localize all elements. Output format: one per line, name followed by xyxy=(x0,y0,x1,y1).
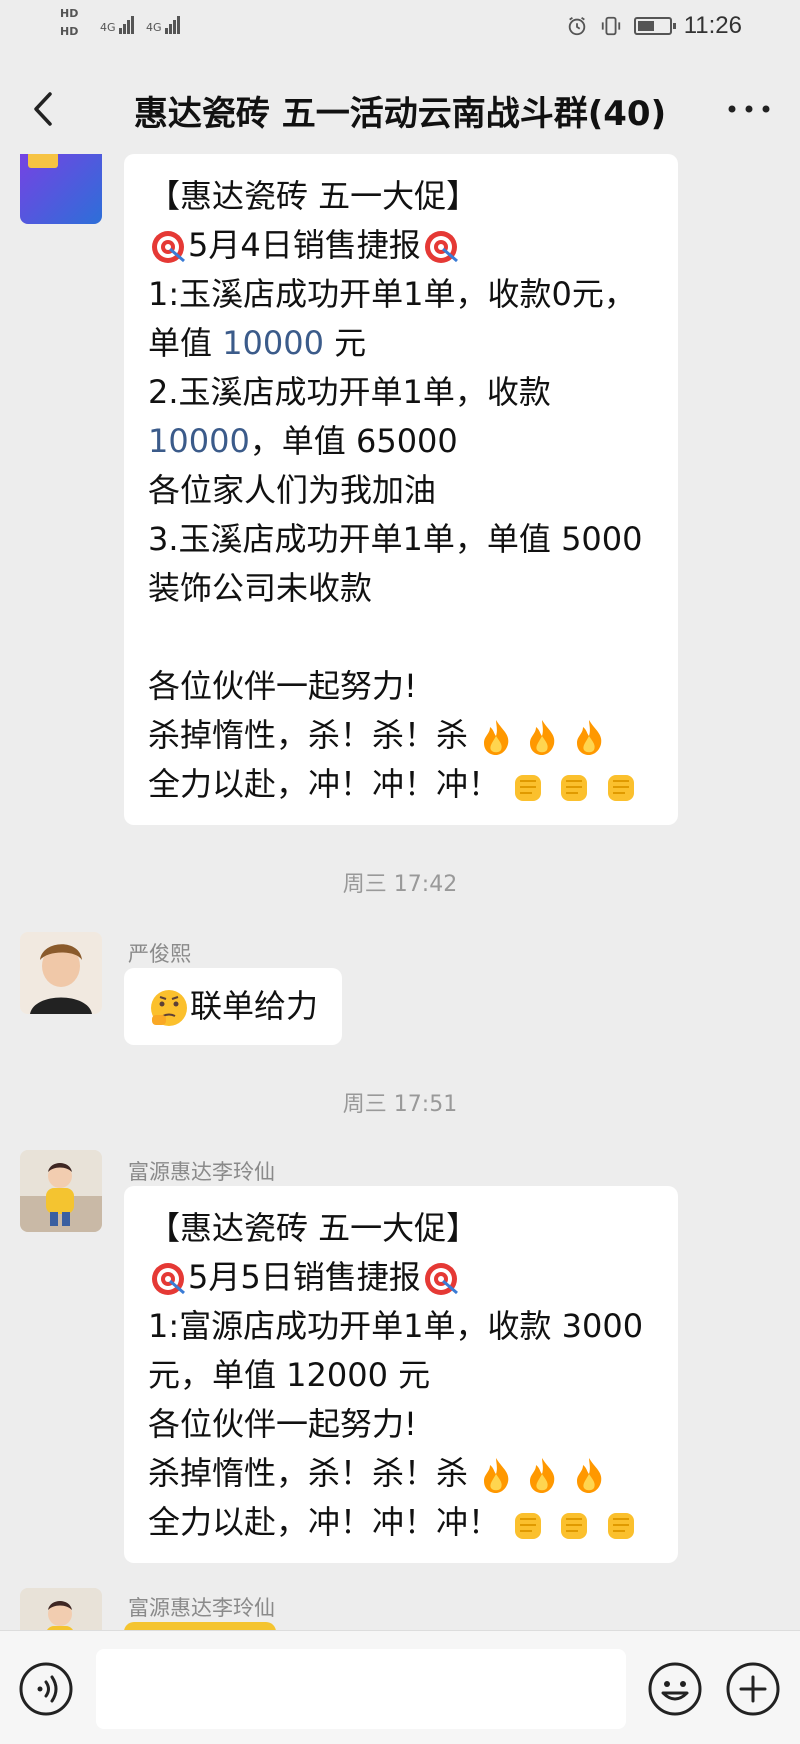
chat-area[interactable]: 【惠达瓷砖 五一大促】 5月4日销售捷报 1:玉溪店成功开单1单，收款0元， 单… xyxy=(0,154,800,1630)
message-line: 【惠达瓷砖 五一大促】 xyxy=(148,1209,479,1247)
text-segment: 杀掉惰性，杀！杀！杀 xyxy=(148,1454,469,1492)
message-line: 1:玉溪店成功开单1单，收款0元， xyxy=(148,275,636,313)
avatar[interactable] xyxy=(20,1588,102,1630)
time-label: 周三 17:51 xyxy=(342,1092,458,1117)
voice-icon[interactable] xyxy=(18,1661,74,1717)
fist-emoji-icon xyxy=(561,775,588,801)
message-bubble[interactable]: 【惠达瓷砖 五一大促】 5月5日销售捷报 1:富源店成功开单1单，收款 3000… xyxy=(124,1186,678,1563)
message-line: 全力以赴，冲！冲！冲！ xyxy=(148,1498,654,1547)
message-line: 5月5日销售捷报 xyxy=(148,1253,654,1302)
sender-name: 富源惠达李玲仙 xyxy=(128,1160,275,1184)
fire-emoji-icon xyxy=(576,1458,601,1493)
sender-name: 富源惠达李玲仙 xyxy=(128,1596,275,1620)
more-dots-icon[interactable] xyxy=(724,94,774,124)
hd-label-1: HD xyxy=(60,7,79,20)
fist-emoji-icon xyxy=(515,1513,542,1539)
message-line: 联单给力 xyxy=(148,982,318,1031)
time-label: 周三 17:42 xyxy=(342,872,458,897)
message-text: 联单给力 xyxy=(190,987,319,1025)
message-line: 3.玉溪店成功开单1单，单值 5000 xyxy=(148,520,643,558)
report-title: 5月4日销售捷报 xyxy=(188,226,421,264)
plus-icon[interactable] xyxy=(725,1661,781,1717)
message-line: 杀掉惰性，杀！杀！杀 xyxy=(148,711,654,760)
chat-title: 惠达瓷砖 五一活动云南战斗群(40) xyxy=(133,94,667,134)
signal-bars-icon xyxy=(165,16,181,34)
target-emoji-icon xyxy=(424,1263,458,1295)
target-emoji-icon xyxy=(152,1263,185,1295)
thinking-face-emoji-icon xyxy=(151,990,187,1026)
target-emoji-icon xyxy=(424,231,458,263)
status-right: 11:26 xyxy=(566,12,742,40)
message-bubble[interactable] xyxy=(124,1622,276,1630)
avatar[interactable] xyxy=(20,154,102,224)
fist-emoji-icon xyxy=(607,775,634,801)
message-line: 2.玉溪店成功开单1单，收款 xyxy=(148,373,551,411)
number-link[interactable]: 10000 xyxy=(148,422,250,460)
fist-emoji-icon xyxy=(607,1513,634,1539)
status-bar: HD HD 4G 4G 11:26 xyxy=(0,0,800,60)
emoji-icon[interactable] xyxy=(647,1661,703,1717)
message-line: 各位家人们为我加油 xyxy=(148,471,437,509)
fire-emoji-icon xyxy=(484,1458,509,1493)
battery-level xyxy=(637,21,655,31)
child-avatar-icon xyxy=(20,1588,102,1630)
message-bubble[interactable]: 联单给力 xyxy=(124,968,343,1045)
message-line: 元，单值 12000 元 xyxy=(148,1356,431,1394)
message-input[interactable] xyxy=(96,1649,626,1729)
message-line: 5月4日销售捷报 xyxy=(148,221,654,270)
signal-1: 4G xyxy=(100,16,135,34)
network-type-1: 4G xyxy=(100,21,116,34)
message-line: 各位伙伴一起努力! xyxy=(148,667,417,705)
avatar[interactable] xyxy=(20,1150,102,1232)
message-line: 【惠达瓷砖 五一大促】 xyxy=(148,177,479,215)
message-line: 装饰公司未收款 xyxy=(148,569,373,607)
report-title: 5月5日销售捷报 xyxy=(188,1258,421,1296)
text-segment: 全力以赴，冲！冲！冲！ xyxy=(148,765,501,803)
sender-name: 严俊熙 xyxy=(128,942,191,966)
text-segment: 元 xyxy=(323,324,367,362)
fist-emoji-icon xyxy=(561,1513,588,1539)
fist-emoji-icon xyxy=(515,775,542,801)
status-time: 11:26 xyxy=(683,12,742,39)
target-emoji-icon xyxy=(152,231,185,263)
battery-icon xyxy=(633,17,676,35)
fire-emoji-icon xyxy=(484,720,509,755)
signal-bars-icon xyxy=(119,16,135,34)
text-segment: ，单值 65000 xyxy=(249,422,458,460)
fire-emoji-icon xyxy=(530,720,555,755)
text-segment: 杀掉惰性，杀！杀！杀 xyxy=(148,716,469,754)
network-type-2: 4G xyxy=(146,21,162,34)
message-line: 1:富源店成功开单1单，收款 3000 xyxy=(148,1307,644,1345)
chat-header: 惠达瓷砖 五一活动云南战斗群(40) xyxy=(0,64,800,154)
hd-label-2: HD xyxy=(60,25,79,38)
fire-emoji-icon xyxy=(576,720,601,755)
message-line: 全力以赴，冲！冲！冲！ xyxy=(148,760,654,809)
signal-area: HD HD xyxy=(60,8,78,44)
message-bubble[interactable]: 【惠达瓷砖 五一大促】 5月4日销售捷报 1:玉溪店成功开单1单，收款0元， 单… xyxy=(124,154,678,825)
text-segment: 单值 xyxy=(148,324,223,362)
message-line: 10000，单值 65000 xyxy=(148,417,654,466)
signal-2: 4G xyxy=(146,16,181,34)
person-avatar-icon xyxy=(20,932,102,1014)
back-chevron-icon[interactable] xyxy=(20,84,70,134)
message-line: 单值 10000 元 xyxy=(148,319,654,368)
child-avatar-icon xyxy=(20,1150,102,1232)
text-segment: 全力以赴，冲！冲！冲！ xyxy=(148,1503,501,1541)
avatar[interactable] xyxy=(20,932,102,1014)
message-line: 杀掉惰性，杀！杀！杀 xyxy=(148,1449,654,1498)
vibrate-icon xyxy=(601,16,620,36)
message-line: 各位伙伴一起努力! xyxy=(148,1405,417,1443)
number-link[interactable]: 10000 xyxy=(222,324,324,362)
input-bar xyxy=(0,1630,800,1744)
alarm-icon xyxy=(568,16,585,36)
fire-emoji-icon xyxy=(530,1458,555,1493)
